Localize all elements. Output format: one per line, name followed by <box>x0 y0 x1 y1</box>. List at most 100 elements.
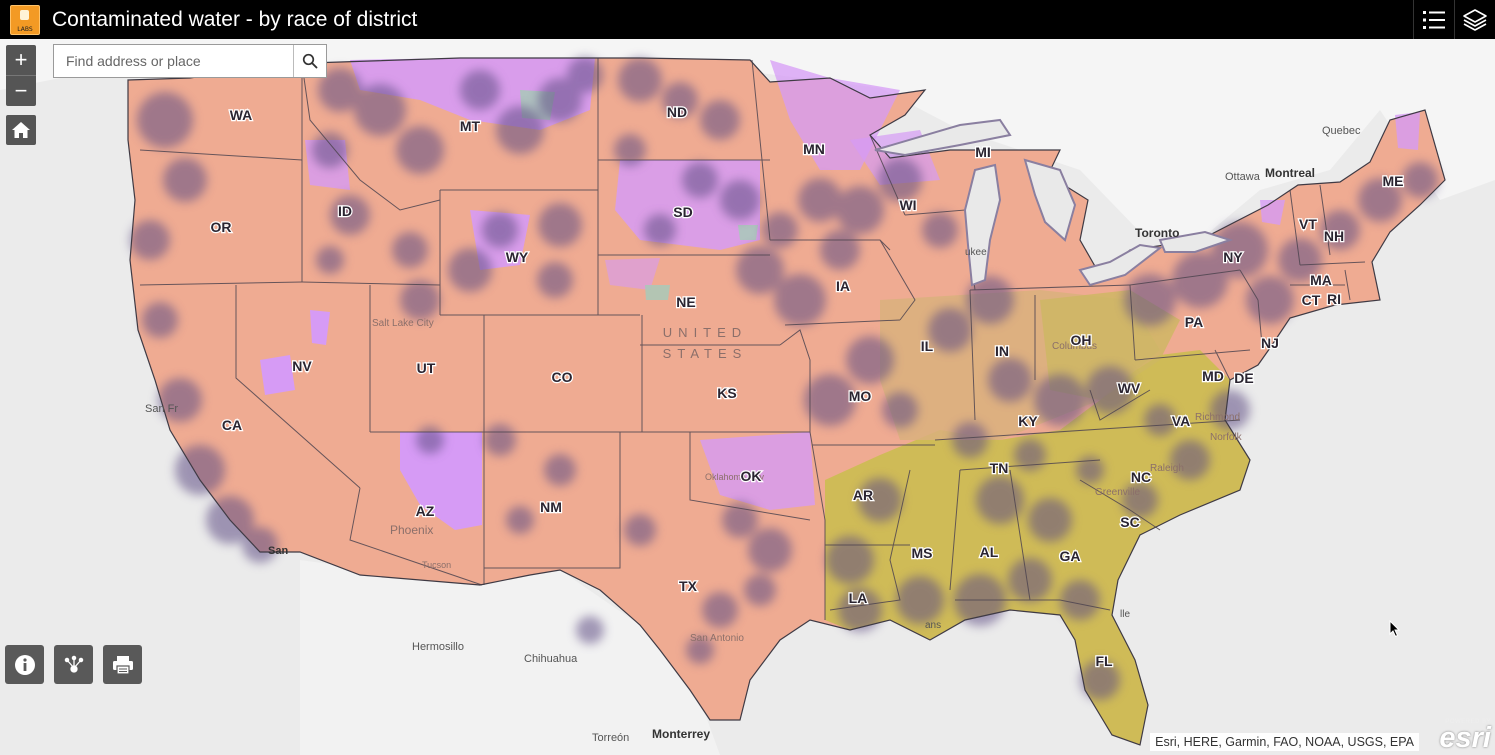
contamination-area <box>484 424 516 456</box>
place-label: Raleigh <box>1150 463 1184 474</box>
state-label-sc: SC <box>1120 514 1139 530</box>
zoom-in-button[interactable]: + <box>6 45 36 75</box>
place-label: San Fr <box>145 403 178 415</box>
state-label-id: ID <box>338 203 352 219</box>
contamination-area <box>700 100 740 140</box>
legend-button[interactable] <box>1413 0 1454 39</box>
contamination-area <box>826 536 874 584</box>
state-label-co: CO <box>552 369 573 385</box>
info-button[interactable] <box>5 645 44 684</box>
search-input[interactable] <box>54 45 293 77</box>
state-label-or: OR <box>211 219 232 235</box>
country-label-line2: STATES <box>663 346 748 361</box>
info-icon <box>14 654 35 675</box>
contamination-area <box>130 220 170 260</box>
contamination-area <box>928 308 972 352</box>
state-label-nj: NJ <box>1261 335 1279 351</box>
state-label-oh: OH <box>1071 332 1092 348</box>
contamination-area <box>354 84 406 136</box>
state-label-nv: NV <box>292 358 312 374</box>
place-label: Montreal <box>1265 166 1315 180</box>
esri-logo[interactable]: POWERED BY esri <box>1429 719 1491 753</box>
logo-text: LABS <box>17 25 33 33</box>
contamination-area <box>682 162 718 198</box>
state-label-ca: CA <box>222 417 242 433</box>
state-label-mi: MI <box>975 144 991 160</box>
contamination-area <box>142 302 178 338</box>
contamination-area <box>896 576 944 624</box>
state-label-in: IN <box>995 343 1009 359</box>
place-label: Richmond <box>1195 412 1240 423</box>
contamination-area <box>537 262 573 298</box>
bottom-toolbar <box>5 645 142 684</box>
state-label-me: ME <box>1383 173 1404 189</box>
contamination-area <box>1034 374 1086 426</box>
contamination-area <box>614 134 646 166</box>
share-icon <box>64 655 83 673</box>
state-label-az: AZ <box>416 503 435 519</box>
contamination-area <box>878 158 922 202</box>
state-label-ok: OK <box>741 468 762 484</box>
contamination-area <box>774 274 826 326</box>
place-label: Quebec <box>1322 125 1361 137</box>
state-label-ny: NY <box>1223 249 1243 265</box>
contamination-area <box>922 212 958 248</box>
search-icon <box>302 53 318 69</box>
layers-button[interactable] <box>1454 0 1495 39</box>
contamination-area <box>496 106 544 154</box>
app-header: LABS Contaminated water - by race of dis… <box>0 0 1495 39</box>
state-label-de: DE <box>1234 370 1253 386</box>
map-attribution[interactable]: Esri, HERE, Garmin, FAO, NOAA, USGS, EPA <box>1150 733 1419 751</box>
place-label: San Antonio <box>690 633 744 644</box>
home-button[interactable] <box>6 115 36 145</box>
state-label-pa: PA <box>1185 314 1203 330</box>
state-label-tx: TX <box>679 578 698 594</box>
contamination-area <box>644 214 676 246</box>
state-label-mt: MT <box>460 118 481 134</box>
contamination-area <box>882 392 918 428</box>
state-label-vt: VT <box>1299 216 1317 232</box>
contamination-area <box>416 426 444 454</box>
place-label: Torreón <box>592 732 629 744</box>
place-label: Chihuahua <box>524 653 578 665</box>
state-label-mn: MN <box>803 141 825 157</box>
state-label-ks: KS <box>717 385 736 401</box>
country-label-line1: UNITED <box>663 325 747 340</box>
state-label-ct: CT <box>1302 292 1321 308</box>
state-label-ia: IA <box>836 278 850 294</box>
place-label: ukee <box>965 247 987 258</box>
layers-icon <box>1463 8 1487 31</box>
state-label-va: VA <box>1172 413 1190 429</box>
contamination-area <box>736 246 784 294</box>
zoom-out-button[interactable]: − <box>6 76 36 106</box>
contamination-area <box>820 230 860 270</box>
state-label-wv: WV <box>1118 380 1141 396</box>
contamination-area <box>576 616 604 644</box>
contamination-area <box>748 528 792 572</box>
contamination-area <box>137 92 193 148</box>
print-button[interactable] <box>103 645 142 684</box>
state-label-ar: AR <box>853 487 873 503</box>
contamination-area <box>846 336 894 384</box>
contamination-area <box>798 178 842 222</box>
state-label-ms: MS <box>912 545 933 561</box>
contamination-area <box>316 246 344 274</box>
state-label-ky: KY <box>1018 413 1038 429</box>
contamination-area <box>312 132 348 168</box>
contamination-area <box>722 502 758 538</box>
state-label-wi: WI <box>899 197 916 213</box>
search-box <box>53 44 327 78</box>
state-label-nc: NC <box>1131 469 1151 485</box>
share-button[interactable] <box>54 645 93 684</box>
place-label: Greenville <box>1095 487 1140 498</box>
state-label-il: IL <box>921 338 934 354</box>
state-label-tn: TN <box>990 460 1009 476</box>
app-logo: LABS <box>10 4 40 35</box>
contamination-area <box>448 248 492 292</box>
place-label: Ottawa <box>1225 171 1261 183</box>
contamination-area <box>544 454 576 486</box>
state-label-nh: NH <box>1324 228 1344 244</box>
place-label: lle <box>1120 609 1130 620</box>
search-button[interactable] <box>293 45 326 77</box>
map-view[interactable]: UNITED STATES Quebec Ottawa Montreal Tor… <box>0 39 1495 755</box>
